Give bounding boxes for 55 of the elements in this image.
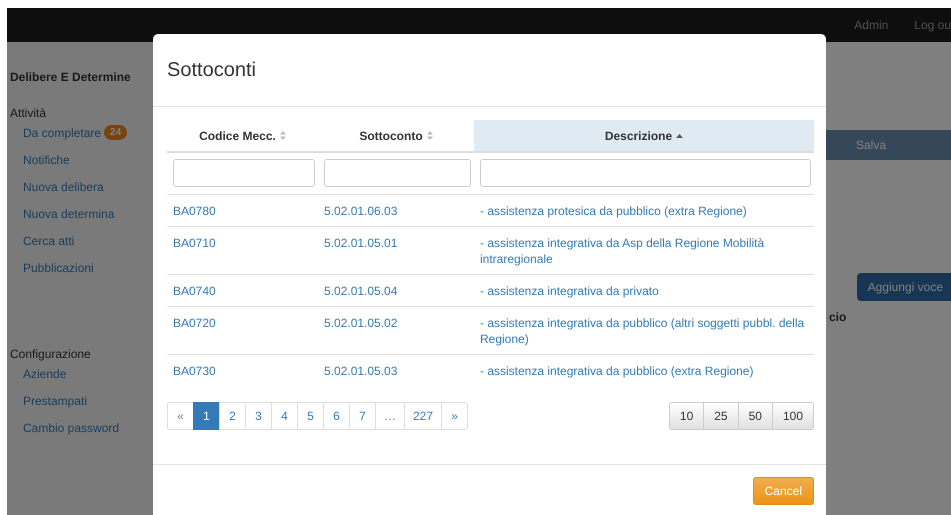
table-cell[interactable]: 5.02.01.05.03 <box>324 363 468 379</box>
sort-ascending-icon <box>676 134 684 138</box>
table-cell[interactable]: 5.02.01.05.01 <box>324 235 468 251</box>
page-size-button[interactable]: 100 <box>772 402 814 430</box>
table-cell[interactable]: BA0720 <box>173 315 312 331</box>
page-size-button[interactable]: 25 <box>703 402 739 430</box>
table-cell[interactable]: BA0740 <box>173 283 312 299</box>
table-cell[interactable]: 5.02.01.06.03 <box>324 203 468 219</box>
page-button[interactable]: 7 <box>349 402 376 430</box>
sidebar-title: Delibere E Determine <box>10 70 132 84</box>
sidebar-link[interactable]: Prestampati <box>23 393 88 409</box>
table-cell[interactable]: - assistenza integrativa da privato <box>480 283 808 299</box>
table-cell[interactable]: BA0730 <box>173 363 312 379</box>
table-cell[interactable]: - assistenza integrativa da Asp della Regione Mobilità intraregionale <box>480 235 808 267</box>
sidebar-link[interactable]: Cambio password <box>23 420 120 436</box>
sidebar-link[interactable]: Nuova determina <box>23 206 114 222</box>
page-button[interactable]: 3 <box>245 402 272 430</box>
table-cell[interactable]: - assistenza protesica da pubblico (extra Regione) <box>480 203 808 219</box>
table-cell[interactable]: BA0780 <box>173 203 312 219</box>
column-header[interactable]: Descrizione <box>474 120 814 152</box>
page-button[interactable]: 2 <box>219 402 246 430</box>
modal-title: Sottoconti <box>167 58 256 82</box>
column-header: cio <box>829 310 846 324</box>
filter-field[interactable] <box>324 159 471 187</box>
sidebar-link[interactable]: Nuova delibera <box>23 179 104 195</box>
filter-field[interactable] <box>480 159 811 187</box>
page-button[interactable]: 1 <box>193 402 220 430</box>
table-cell[interactable]: 5.02.01.05.04 <box>324 283 468 299</box>
sidebar-link[interactable]: Pubblicazioni <box>23 260 94 276</box>
section-heading: Attività <box>10 106 48 120</box>
sidebar-link[interactable]: Notifiche <box>23 152 70 168</box>
count-badge: 24 <box>104 125 128 140</box>
section-heading: Configurazione <box>10 347 92 361</box>
page-button[interactable]: » <box>441 402 468 430</box>
table-cell[interactable]: - assistenza integrativa da pubblico (extra Regione) <box>480 363 808 379</box>
table-cell[interactable]: - assistenza integrativa da pubblico (altri soggetti pubbl. della Regione) <box>480 315 808 347</box>
page-button[interactable]: 6 <box>323 402 350 430</box>
sidebar-link[interactable]: Aziende <box>23 366 66 382</box>
page-size-button[interactable]: 50 <box>738 402 773 430</box>
nav-link[interactable]: Admin <box>854 18 888 32</box>
filter-field[interactable] <box>173 159 315 187</box>
page-size-button[interactable]: 10 <box>668 402 704 430</box>
sort-icon <box>280 131 286 140</box>
table-cell[interactable]: BA0710 <box>173 235 312 251</box>
page-button[interactable]: 5 <box>297 402 324 430</box>
page-button[interactable]: 4 <box>271 402 298 430</box>
sidebar-link[interactable]: Da completare <box>23 125 102 141</box>
sort-icon <box>426 131 433 140</box>
page-button[interactable]: 227 <box>404 402 442 430</box>
column-header[interactable]: Codice Mecc. <box>167 120 318 152</box>
sidebar-link[interactable]: Cerca atti <box>23 233 74 249</box>
table-cell[interactable]: 5.02.01.05.02 <box>324 315 468 331</box>
add-button[interactable]: Aggiungi voce <box>856 273 951 301</box>
nav-link[interactable]: Log ou <box>914 18 951 32</box>
save-button[interactable]: Salva <box>826 130 951 160</box>
